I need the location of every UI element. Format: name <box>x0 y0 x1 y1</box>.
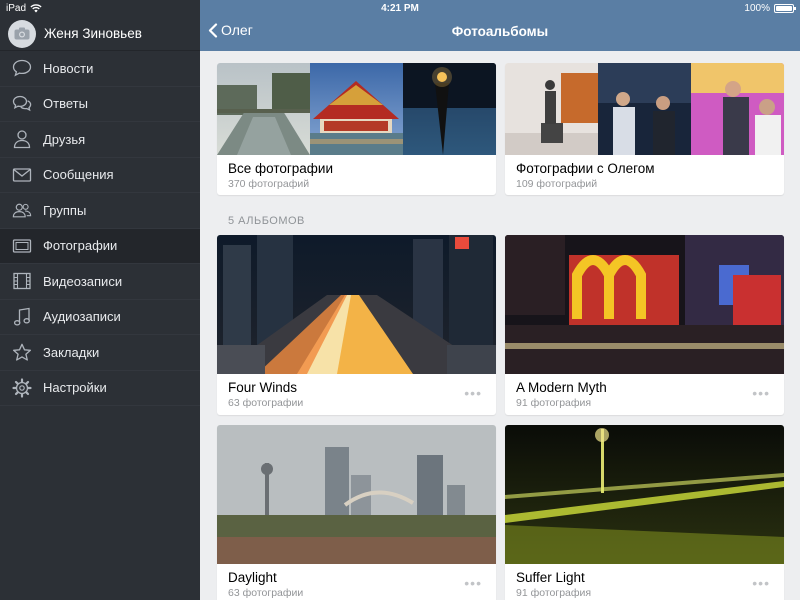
sidebar-item-replies[interactable]: Ответы <box>0 87 200 122</box>
sidebar-item-video[interactable]: Видеозаписи <box>0 264 200 300</box>
sidebar-profile[interactable]: Женя Зиновьев <box>0 17 200 51</box>
settings-icon <box>12 378 32 398</box>
sidebar-item-settings[interactable]: Настройки <box>0 371 200 406</box>
album-thumbnail <box>217 425 496 564</box>
album-title: Все фотографии <box>228 161 334 176</box>
album-cover <box>505 235 784 374</box>
more-icon[interactable]: ••• <box>464 385 482 401</box>
status-left: iPad <box>6 3 42 14</box>
album-cover <box>217 425 496 564</box>
album-photo-count: 91 фотография <box>516 397 592 409</box>
page-title: Фотоальбомы <box>451 24 549 39</box>
replies-icon <box>12 94 32 114</box>
more-icon[interactable]: ••• <box>752 575 770 591</box>
album-card-suffer-light[interactable]: Suffer Light 91 фотография ••• <box>505 425 784 600</box>
section-header: 5 АЛЬБОМОВ <box>228 215 305 227</box>
album-cover <box>217 235 496 374</box>
album-title: Фотографии с Олегом <box>516 161 655 176</box>
album-card-four-winds[interactable]: Four Winds 63 фотографии ••• <box>217 235 496 415</box>
bookmarks-icon <box>12 342 32 362</box>
messages-icon <box>12 165 32 185</box>
album-title: A Modern Myth <box>516 380 607 395</box>
album-thumbnail <box>217 235 496 374</box>
device-name: iPad <box>6 3 27 14</box>
more-icon[interactable]: ••• <box>464 575 482 591</box>
battery-icon <box>774 4 796 13</box>
sidebar-item-label: Ответы <box>43 96 88 112</box>
album-thumbnail <box>217 63 496 155</box>
status-right: 100% <box>744 3 796 14</box>
sidebar-item-label: Фотографии <box>43 238 118 254</box>
sidebar-item-messages[interactable]: Сообщения <box>0 158 200 193</box>
sidebar-item-label: Видеозаписи <box>43 273 123 289</box>
sidebar-item-friends[interactable]: Друзья <box>0 122 200 158</box>
album-collage <box>505 63 784 155</box>
sidebar-item-label: Друзья <box>43 131 86 147</box>
album-photo-count: 63 фотографии <box>228 587 304 599</box>
sidebar: Женя Зиновьев Новости Ответы Друзья Сооб… <box>0 0 200 600</box>
sidebar-item-label: Аудиозаписи <box>43 309 121 325</box>
profile-name: Женя Зиновьев <box>44 26 142 41</box>
status-bar: iPad 4:21 PM 100% <box>0 0 800 17</box>
status-time: 4:21 PM <box>381 3 419 14</box>
video-icon <box>12 271 32 291</box>
sidebar-item-photos[interactable]: Фотографии <box>0 228 200 264</box>
album-thumbnail <box>505 425 784 564</box>
sidebar-item-groups[interactable]: Группы <box>0 193 200 229</box>
album-thumbnail <box>505 63 784 155</box>
album-card-a-modern-myth[interactable]: A Modern Myth 91 фотография ••• <box>505 235 784 415</box>
album-card-all-photos[interactable]: Все фотографии 370 фотографий <box>217 63 496 195</box>
sidebar-item-bookmarks[interactable]: Закладки <box>0 335 200 371</box>
album-title: Four Winds <box>228 380 298 395</box>
album-photo-count: 91 фотография <box>516 587 592 599</box>
groups-icon <box>12 200 32 220</box>
friends-icon <box>12 129 32 149</box>
photos-icon <box>12 236 32 256</box>
sidebar-item-news[interactable]: Новости <box>0 51 200 87</box>
album-thumbnail <box>505 235 784 374</box>
sidebar-item-label: Сообщения <box>43 167 114 183</box>
sidebar-item-label: Закладки <box>43 344 100 360</box>
album-title: Suffer Light <box>516 570 585 585</box>
sidebar-item-audio[interactable]: Аудиозаписи <box>0 300 200 335</box>
news-icon <box>12 58 32 78</box>
album-photo-count: 63 фотографии <box>228 397 304 409</box>
battery-percent: 100% <box>744 3 770 14</box>
album-collage <box>217 63 496 155</box>
camera-icon <box>14 27 30 40</box>
albums-content: Все фотографии 370 фотографий Фотографии… <box>200 51 800 600</box>
sidebar-item-label: Группы <box>43 202 87 218</box>
album-card-photos-with-oleg[interactable]: Фотографии с Олегом 109 фотографий <box>505 63 784 195</box>
album-photo-count: 109 фотографий <box>516 178 598 190</box>
avatar[interactable] <box>8 19 36 48</box>
album-photo-count: 370 фотографий <box>228 178 310 190</box>
sidebar-item-label: Новости <box>43 60 94 76</box>
album-card-daylight[interactable]: Daylight 63 фотографии ••• <box>217 425 496 600</box>
sidebar-menu: Новости Ответы Друзья Сообщения Группы Ф… <box>0 51 200 406</box>
wifi-icon <box>30 4 42 13</box>
sidebar-item-label: Настройки <box>43 380 107 396</box>
audio-icon <box>12 307 32 327</box>
more-icon[interactable]: ••• <box>752 385 770 401</box>
album-cover <box>505 425 784 564</box>
album-title: Daylight <box>228 570 277 585</box>
